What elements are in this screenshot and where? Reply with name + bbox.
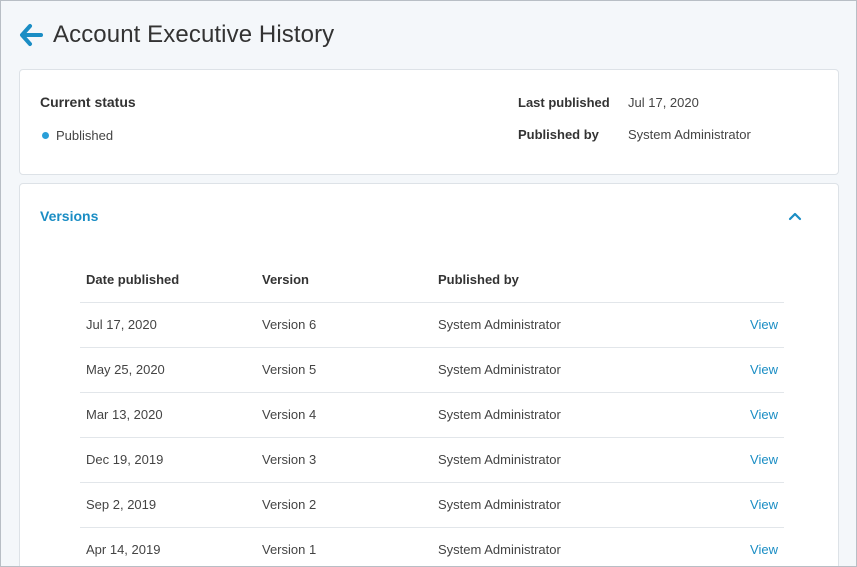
collapse-button[interactable]	[786, 208, 804, 224]
cell-published-by: System Administrator	[432, 527, 722, 566]
cell-published-by: System Administrator	[432, 482, 722, 528]
table-row: Sep 2, 2019 Version 2 System Administrat…	[80, 482, 784, 528]
page-frame: Account Executive History Current status…	[0, 0, 857, 567]
view-link[interactable]: View	[750, 497, 778, 512]
table-row: Jul 17, 2020 Version 6 System Administra…	[80, 302, 784, 348]
table-header-row: Date published Version Published by	[80, 257, 784, 303]
last-published-label: Last published	[518, 95, 610, 110]
cell-version: Version 5	[256, 347, 432, 393]
view-link[interactable]: View	[750, 317, 778, 332]
cell-published-by: System Administrator	[432, 437, 722, 483]
page-header: Account Executive History	[18, 19, 334, 51]
published-by-value: System Administrator	[628, 127, 751, 142]
arrow-left-icon	[20, 24, 43, 46]
status-dot-icon	[42, 132, 49, 139]
cell-version: Version 3	[256, 437, 432, 483]
versions-table: Date published Version Published by Jul …	[80, 257, 784, 566]
versions-card: Versions Date published Version Publishe…	[19, 183, 839, 566]
cell-version: Version 4	[256, 392, 432, 438]
back-button[interactable]	[18, 21, 44, 49]
column-header-action	[722, 257, 784, 303]
view-link[interactable]: View	[750, 542, 778, 557]
versions-section-toggle[interactable]: Versions	[40, 208, 98, 224]
cell-date: Dec 19, 2019	[80, 437, 256, 483]
table-row: May 25, 2020 Version 5 System Administra…	[80, 347, 784, 393]
cell-date: May 25, 2020	[80, 347, 256, 393]
cell-published-by: System Administrator	[432, 392, 722, 438]
cell-published-by: System Administrator	[432, 302, 722, 348]
table-row: Mar 13, 2020 Version 4 System Administra…	[80, 392, 784, 438]
current-status-heading: Current status	[40, 94, 136, 110]
last-published-value: Jul 17, 2020	[628, 95, 699, 110]
column-header-date-published: Date published	[80, 257, 256, 303]
status-text: Published	[56, 128, 114, 143]
published-by-label: Published by	[518, 127, 599, 142]
column-header-version: Version	[256, 257, 432, 303]
cell-date: Sep 2, 2019	[80, 482, 256, 528]
status-card: Current status Published Last published …	[19, 69, 839, 175]
cell-published-by: System Administrator	[432, 347, 722, 393]
cell-date: Apr 14, 2019	[80, 527, 256, 566]
column-header-published-by: Published by	[432, 257, 722, 303]
chevron-up-icon	[788, 212, 802, 221]
page-title: Account Executive History	[53, 21, 335, 48]
table-row: Dec 19, 2019 Version 3 System Administra…	[80, 437, 784, 483]
cell-date: Mar 13, 2020	[80, 392, 256, 438]
table-row: Apr 14, 2019 Version 1 System Administra…	[80, 527, 784, 566]
view-link[interactable]: View	[750, 452, 778, 467]
cell-version: Version 2	[256, 482, 432, 528]
cell-version: Version 1	[256, 527, 432, 566]
view-link[interactable]: View	[750, 362, 778, 377]
status-badge: Published	[42, 128, 113, 143]
view-link[interactable]: View	[750, 407, 778, 422]
cell-date: Jul 17, 2020	[80, 302, 256, 348]
cell-version: Version 6	[256, 302, 432, 348]
